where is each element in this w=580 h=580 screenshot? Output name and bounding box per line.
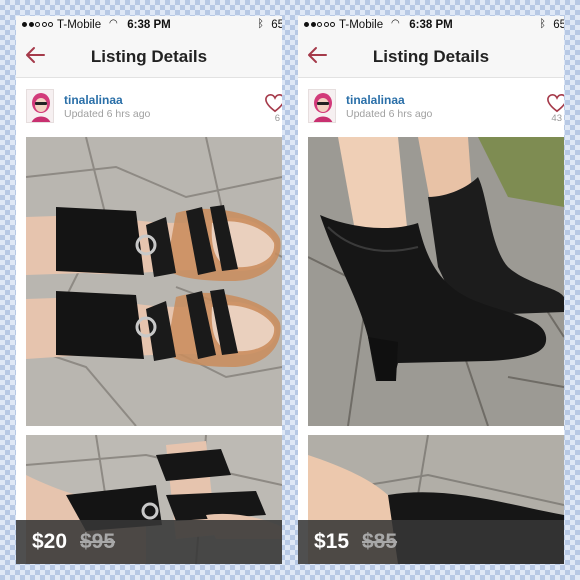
bluetooth-icon: ᛒ bbox=[257, 18, 264, 30]
clock: 6:38 PM bbox=[127, 19, 171, 31]
battery-percent: 65 bbox=[271, 19, 282, 31]
status-bar: T-Mobile ◠ 6:38 PM ᛒ 65 bbox=[16, 16, 282, 36]
status-bar: T-Mobile ◠ 6:38 PM ᛒ 65 bbox=[298, 16, 564, 36]
bluetooth-icon: ᛒ bbox=[539, 18, 546, 30]
price-bar: $15 $85 bbox=[298, 520, 564, 564]
listing-screen-boots: T-Mobile ◠ 6:38 PM ᛒ 65 Listing Details … bbox=[298, 16, 564, 564]
price-original: $95 bbox=[80, 530, 116, 553]
nav-bar: Listing Details bbox=[298, 36, 564, 78]
listing-screen-sandals: T-Mobile ◠ 6:38 PM ᛒ 65 Listing Details … bbox=[16, 16, 282, 564]
seller-username[interactable]: tinalalinaa bbox=[64, 93, 123, 107]
price-current: $20 bbox=[32, 530, 68, 553]
page-title: Listing Details bbox=[372, 47, 490, 66]
nav-bar: Listing Details bbox=[16, 36, 282, 78]
listing-photo-main[interactable] bbox=[308, 137, 564, 426]
heart-icon[interactable] bbox=[264, 93, 282, 113]
battery-percent: 65 bbox=[553, 19, 564, 31]
price-current: $15 bbox=[314, 530, 350, 553]
seller-info: tinalalinaa Updated 6 hrs ago 43 bbox=[298, 79, 564, 137]
like-count: 6 bbox=[274, 113, 280, 124]
heart-icon[interactable] bbox=[546, 93, 564, 113]
like-count: 43 bbox=[551, 113, 562, 124]
price-bar: $20 $95 bbox=[16, 520, 282, 564]
avatar[interactable] bbox=[308, 89, 336, 123]
listing-photo-main[interactable] bbox=[26, 137, 282, 426]
page-title: Listing Details bbox=[90, 47, 208, 66]
clock: 6:38 PM bbox=[409, 19, 453, 31]
seller-username[interactable]: tinalalinaa bbox=[346, 93, 405, 107]
updated-time: Updated 6 hrs ago bbox=[346, 108, 433, 120]
avatar[interactable] bbox=[26, 89, 54, 123]
updated-time: Updated 6 hrs ago bbox=[64, 108, 151, 120]
price-original: $85 bbox=[362, 530, 398, 553]
seller-info: tinalalinaa Updated 6 hrs ago 6 bbox=[16, 79, 282, 137]
